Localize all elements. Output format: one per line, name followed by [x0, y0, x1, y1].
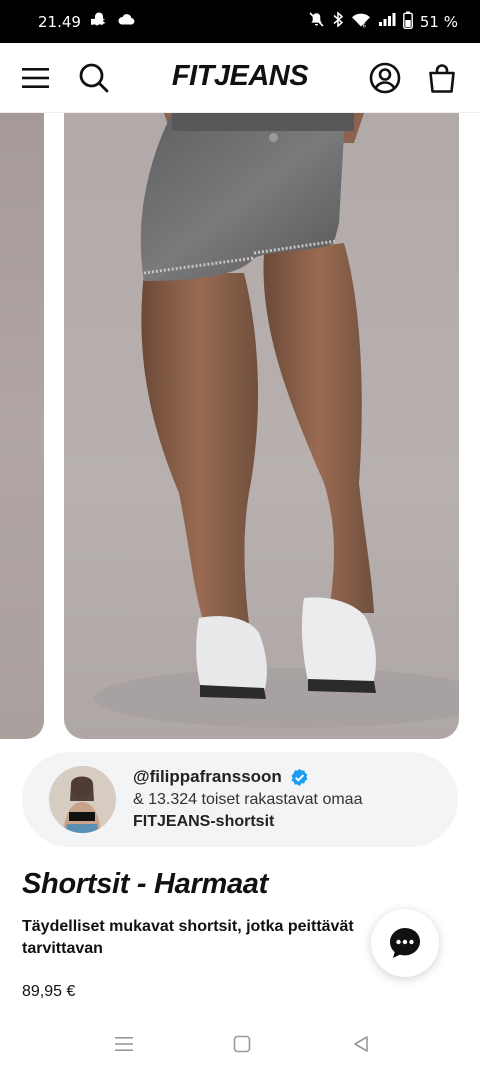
system-nav-bar — [0, 1015, 480, 1073]
back-icon — [354, 1036, 368, 1052]
verified-badge-icon — [290, 768, 309, 787]
influencer-card[interactable]: @filippafranssoon & 13.324 toiset rakast… — [22, 752, 458, 847]
search-button[interactable] — [70, 43, 118, 113]
back-button[interactable] — [341, 1029, 381, 1059]
battery-icon — [402, 11, 413, 33]
product-title: Shortsit - Harmaat — [22, 868, 268, 900]
product-price: 89,95 € — [22, 983, 76, 1000]
status-bar: 21.49 6 51 % — [0, 0, 480, 43]
status-time: 21.49 — [38, 12, 81, 31]
product-gallery[interactable] — [0, 113, 480, 739]
signal-icon — [378, 12, 396, 31]
account-icon — [369, 62, 401, 94]
search-icon — [79, 63, 109, 93]
menu-button[interactable] — [12, 43, 60, 113]
previous-slide-image[interactable] — [0, 113, 44, 739]
bag-icon — [429, 64, 455, 93]
wifi-icon: 6 — [351, 12, 371, 32]
chat-bubble-icon — [390, 928, 420, 958]
product-description: Täydelliset mukavat shortsit, jotka peit… — [22, 918, 354, 957]
svg-text:6: 6 — [362, 23, 366, 28]
battery-percent: 51 % — [419, 12, 458, 31]
cart-button[interactable] — [418, 43, 466, 113]
influencer-product-text: FITJEANS-shortsit — [133, 813, 275, 830]
snapchat-icon — [88, 11, 107, 32]
influencer-avatar — [49, 766, 116, 833]
influencer-likes-text: & 13.324 toiset rakastavat omaa — [133, 791, 363, 808]
recents-button[interactable] — [104, 1029, 144, 1059]
recents-icon — [115, 1037, 133, 1051]
cloud-icon — [117, 12, 135, 31]
menu-icon — [22, 68, 49, 88]
influencer-handle[interactable]: @filippafranssoon — [133, 767, 282, 787]
site-header: FITJEANS — [0, 43, 480, 113]
home-icon — [233, 1035, 251, 1053]
bluetooth-icon — [332, 11, 344, 32]
account-button[interactable] — [361, 43, 409, 113]
chat-button[interactable] — [371, 909, 439, 977]
product-image[interactable] — [64, 113, 459, 739]
home-button[interactable] — [222, 1029, 262, 1059]
mute-icon — [308, 11, 325, 32]
